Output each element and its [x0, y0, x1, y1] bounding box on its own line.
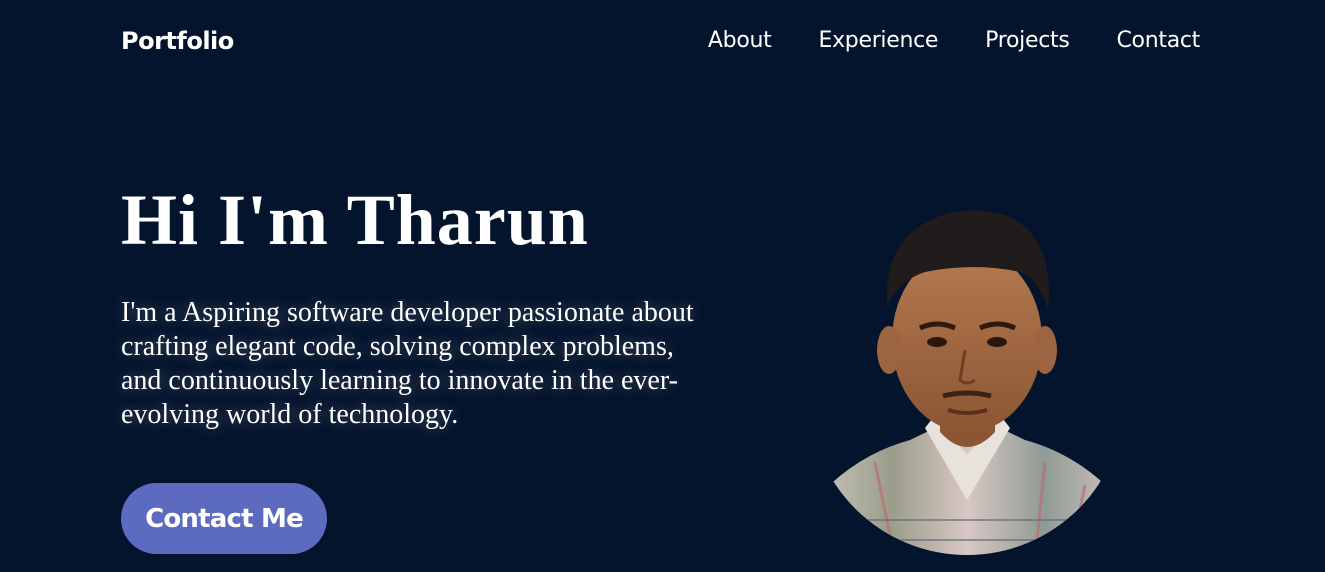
top-navbar: Portfolio About Experience Projects Cont…: [0, 0, 1325, 84]
profile-portrait-icon: [815, 210, 1120, 555]
profile-photo: [815, 200, 1120, 555]
nav-contact[interactable]: Contact: [1117, 26, 1201, 56]
nav-about[interactable]: About: [708, 26, 772, 56]
brand-logo[interactable]: Portfolio: [121, 25, 234, 57]
hero-description: I'm a Aspiring software developer passio…: [121, 297, 694, 430]
nav-links: About Experience Projects Contact: [708, 26, 1200, 56]
nav-projects[interactable]: Projects: [985, 26, 1070, 56]
nav-experience[interactable]: Experience: [818, 26, 938, 56]
hero-title: Hi I'm Tharun: [121, 180, 589, 260]
contact-me-button[interactable]: Contact Me: [121, 483, 327, 554]
